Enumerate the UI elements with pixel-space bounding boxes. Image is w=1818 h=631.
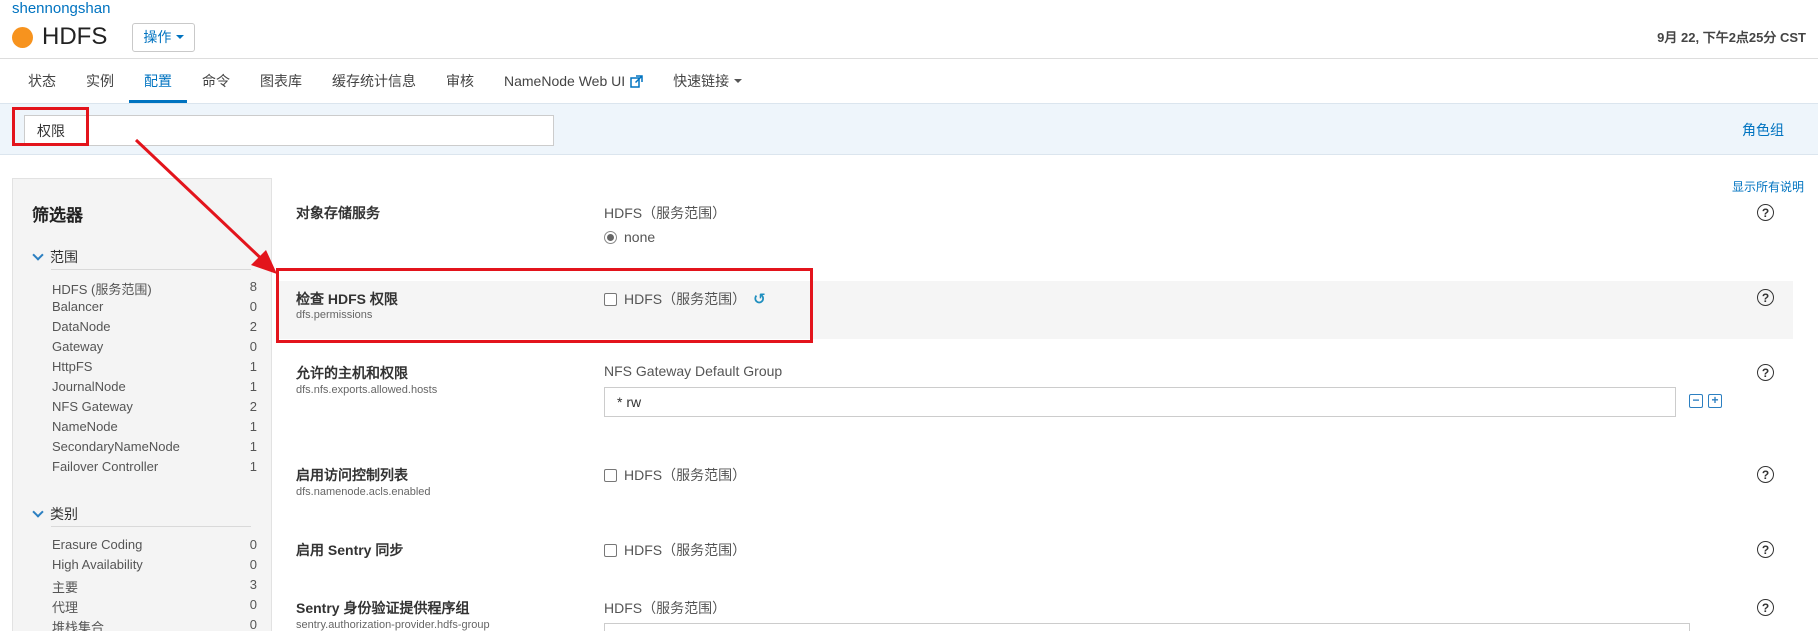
page: shennongshan HDFS 操作 9月 22, 下午2点25分 CST … (0, 0, 1818, 631)
annotation-arrow-icon (134, 138, 277, 274)
